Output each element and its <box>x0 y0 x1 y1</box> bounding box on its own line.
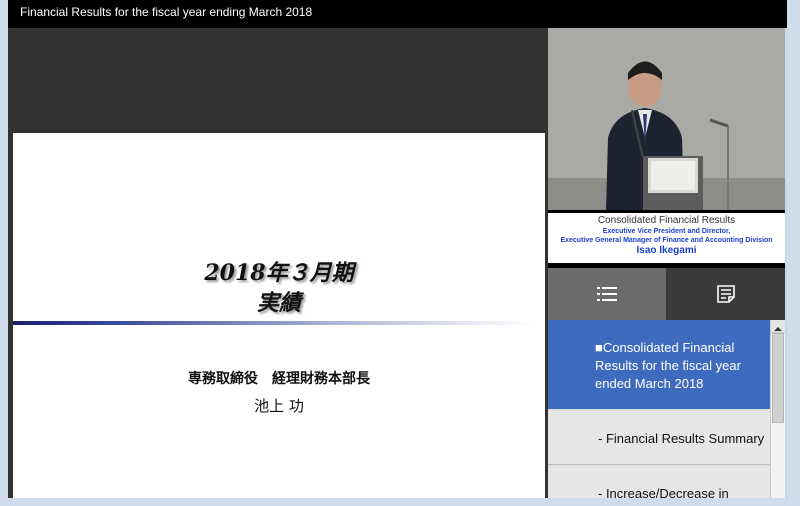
chapter-list: ■Consolidated Financial Results for the … <box>548 320 770 498</box>
slide-title-line2: 実績 <box>256 290 301 316</box>
caption-role-line2: Executive General Manager of Finance and… <box>560 237 773 244</box>
scroll-thumb[interactable] <box>772 333 784 423</box>
notes-icon <box>716 285 735 303</box>
presenter-role: 専務取締役 経理財務本部長 <box>188 371 370 387</box>
slide-divider <box>13 321 533 325</box>
chapter-item[interactable]: - Financial Results Summary <box>548 411 770 465</box>
chapter-list-scrollbar[interactable] <box>770 320 785 498</box>
scroll-up-button[interactable] <box>771 320 785 333</box>
caption-speaker-name: Isao Ikegami <box>636 245 697 256</box>
presenter-name: 池上 功 <box>254 397 304 415</box>
window-border-left <box>0 0 8 506</box>
chapter-item-active[interactable]: ■Consolidated Financial Results for the … <box>548 320 770 409</box>
tab-notes[interactable] <box>666 268 785 320</box>
app-window: Financial Results for the fiscal year en… <box>0 0 800 506</box>
chapter-item[interactable]: - Increase/Decrease in <box>548 467 770 498</box>
slide-title-line1: 2018年３月期 <box>204 260 354 286</box>
tab-chapter-list[interactable] <box>548 268 666 320</box>
window-title: Financial Results for the fiscal year en… <box>8 0 787 28</box>
presentation-slide: 2018年３月期 実績 専務取締役 経理財務本部長 池上 功 <box>13 133 545 498</box>
speaker-video-image <box>548 28 785 210</box>
caption-role-line1: Executive Vice President and Director, <box>602 228 731 235</box>
list-icon <box>597 287 617 301</box>
panel-tabs <box>548 268 785 320</box>
caption-title: Consolidated Financial Results <box>597 215 736 226</box>
speaker-video[interactable] <box>548 28 785 210</box>
window-border-right <box>787 0 800 506</box>
window-border-bottom <box>0 498 800 506</box>
speaker-caption: Consolidated Financial Results Executive… <box>548 210 785 268</box>
